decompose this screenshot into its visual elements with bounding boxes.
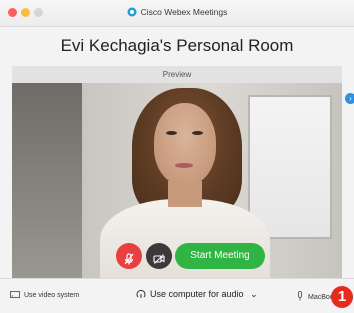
audio-device-label: MacBoo <box>308 294 334 301</box>
microphone-muted-icon <box>124 253 134 265</box>
video-system-icon <box>10 291 20 301</box>
audio-connection-icon <box>136 289 146 301</box>
audio-device-selector[interactable]: MacBoo <box>296 291 334 303</box>
webex-window: Cisco Webex Meetings Evi Kechagia's Pers… <box>0 0 354 313</box>
background-shelf <box>12 83 82 278</box>
microphone-icon <box>296 291 304 303</box>
bottom-bar: Use video system Use computer for audio … <box>0 278 354 313</box>
side-panel-indicator[interactable]: › <box>345 93 354 104</box>
audio-connection-dropdown[interactable]: Use computer for audio ⌄ <box>136 289 258 301</box>
stop-video-button[interactable] <box>146 243 172 269</box>
background-window <box>248 95 332 239</box>
window-title-text: Cisco Webex Meetings <box>140 7 228 17</box>
chevron-down-icon: ⌄ <box>250 289 258 299</box>
use-video-system-button[interactable]: Use video system <box>10 291 79 301</box>
audio-connection-label: Use computer for audio <box>150 289 244 299</box>
step-number-badge: 1 <box>331 286 353 308</box>
webex-logo-icon <box>127 7 137 17</box>
video-off-icon <box>153 254 165 264</box>
start-meeting-button[interactable]: Start Meeting <box>175 243 265 269</box>
window-title: Cisco Webex Meetings <box>0 7 354 17</box>
use-video-system-label: Use video system <box>24 292 80 299</box>
room-title: Evi Kechagia's Personal Room <box>60 36 294 55</box>
title-bar: Cisco Webex Meetings <box>0 0 354 27</box>
preview-label: Preview <box>12 66 342 83</box>
mute-button[interactable] <box>116 243 142 269</box>
